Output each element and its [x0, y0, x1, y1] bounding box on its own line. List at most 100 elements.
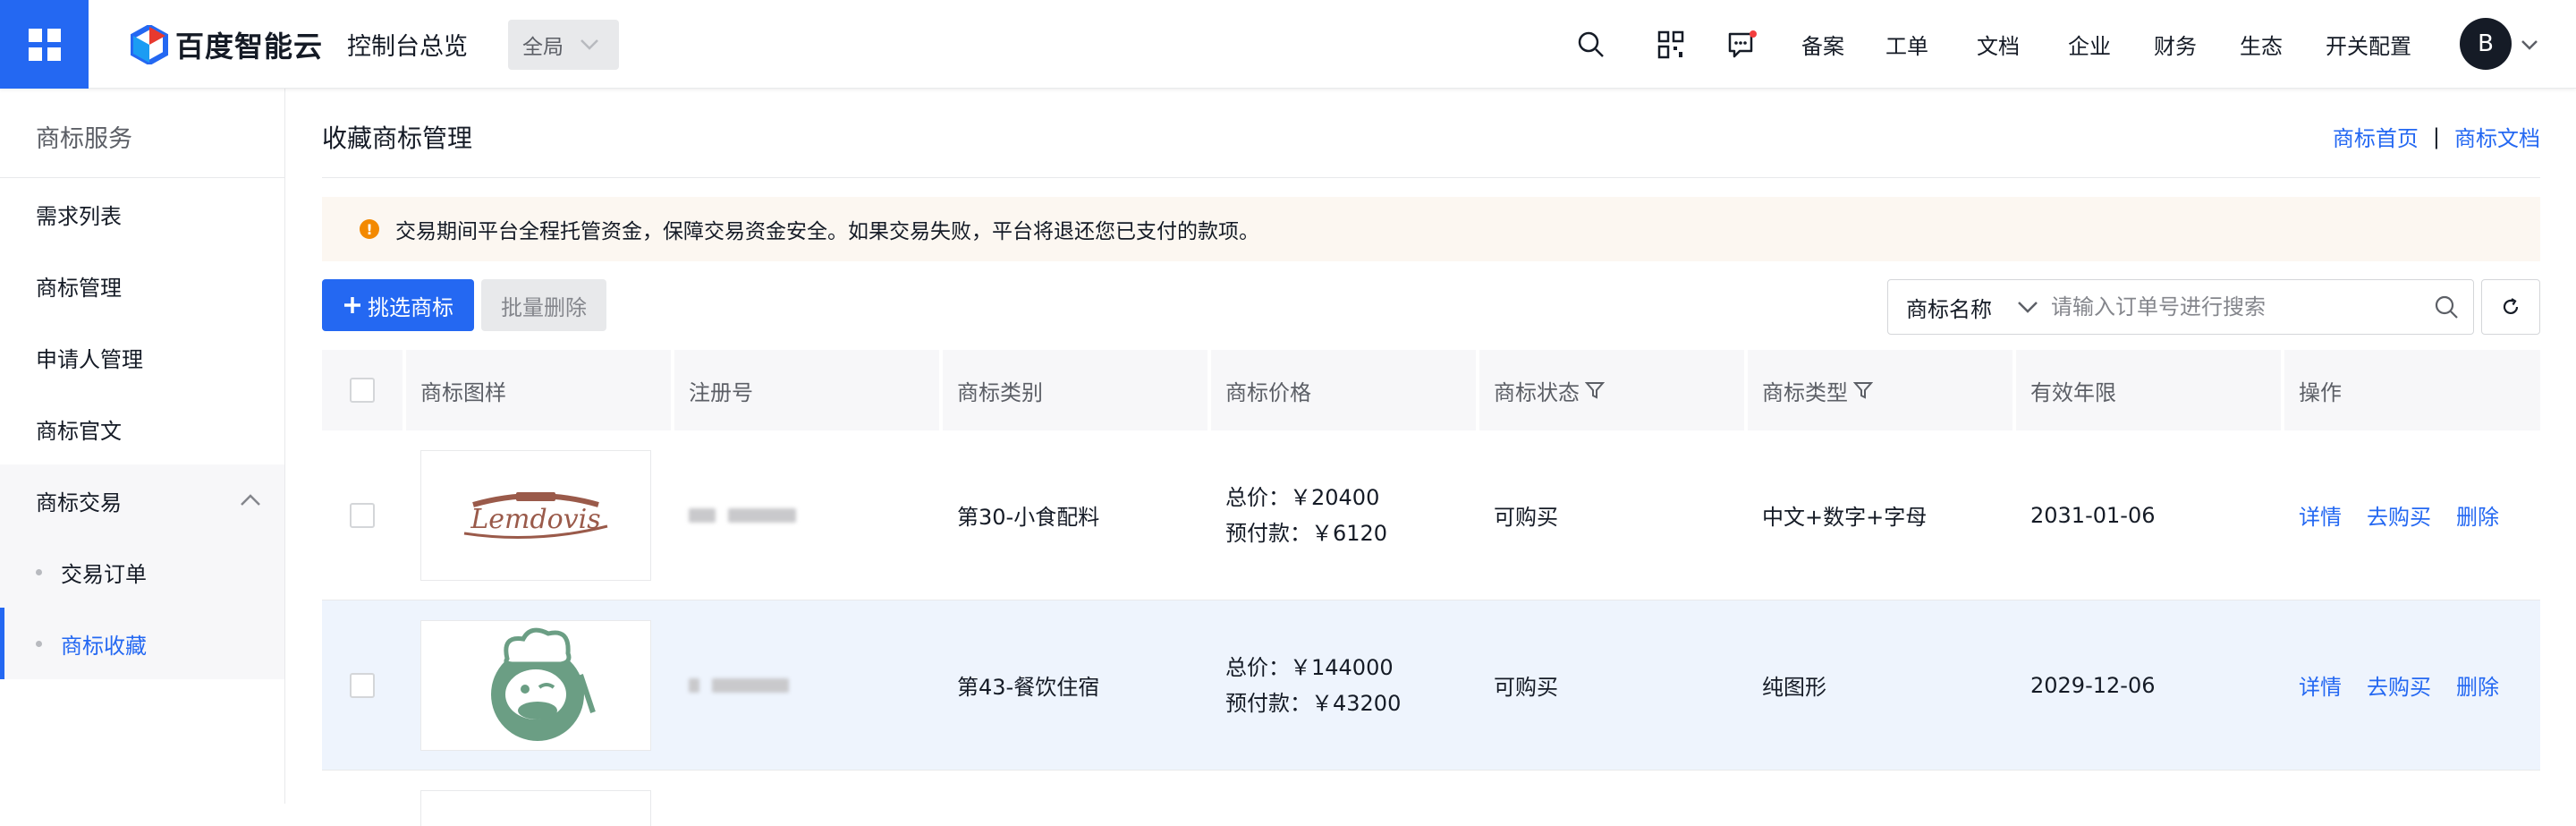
actions-cell: 详情 去购买 删除 [2281, 600, 2540, 770]
grid-icon [28, 28, 61, 61]
trademark-image[interactable]: Lemdovis [420, 449, 651, 581]
message-icon [1728, 30, 1757, 58]
nav-docs[interactable]: 文档 [1977, 29, 2020, 60]
console-overview-link[interactable]: 控制台总览 [347, 27, 468, 62]
qrcode-button[interactable] [1653, 27, 1689, 63]
messages-button[interactable] [1724, 27, 1760, 63]
column-header-actions: 操作 [2281, 350, 2540, 430]
sidebar-item-applicant-management[interactable]: 申请人管理 [0, 321, 284, 393]
notice-text: 交易期间平台全程托管资金，保障交易资金安全。如果交易失败，平台将退还您已支付的款… [395, 220, 1259, 243]
expiry-cell: 2031-01-06 [2030, 502, 2156, 528]
svg-text:Lemdovis: Lemdovis [470, 504, 600, 535]
nav-ecosystem[interactable]: 生态 [2240, 29, 2283, 60]
refresh-button[interactable] [2481, 279, 2540, 335]
detail-link[interactable]: 详情 [2299, 669, 2342, 701]
product-menu-button[interactable] [0, 0, 89, 89]
actions-cell: 详情 去购买 删除 [2281, 430, 2540, 600]
nav-switch-config[interactable]: 开关配置 [2326, 29, 2411, 60]
search-icon [2435, 295, 2458, 319]
column-header-price: 商标价格 [1208, 350, 1476, 430]
table-row [322, 771, 2540, 826]
sidebar-item-label: 需求列表 [36, 203, 122, 229]
refresh-icon [2503, 298, 2519, 315]
sidebar-group-label: 商标交易 [36, 490, 122, 515]
page-title: 收藏商标管理 [322, 123, 473, 153]
sidebar: 商标服务 需求列表 商标管理 申请人管理 商标官文 商标交易 交易订单 商标收藏 [0, 89, 285, 804]
deposit-price: 预付款：￥6120 [1225, 520, 1388, 546]
search-icon [1578, 31, 1604, 57]
logo-text: 百度智能云 [175, 30, 324, 64]
column-header-label: 商标类型 [1762, 379, 1848, 405]
detail-link[interactable]: 详情 [2299, 499, 2342, 531]
trademark-image-cell: Lemdovis [402, 430, 671, 600]
nav-beian[interactable]: 备案 [1801, 29, 1844, 60]
search-button[interactable] [1573, 27, 1609, 63]
table-header: 商标图样 注册号 商标类别 商标价格 商标状态 商标类型 有效年限 操作 [322, 350, 2540, 430]
deposit-price: 预付款：￥43200 [1225, 690, 1402, 716]
select-all-checkbox[interactable] [350, 378, 375, 403]
row-select-cell [322, 600, 402, 770]
filter-icon[interactable] [1853, 380, 1873, 400]
chef-duck-logo [491, 627, 596, 741]
page-links: 商标首页 | 商标文档 [2333, 121, 2540, 152]
bullet-dot [36, 568, 42, 575]
category-cell: 第30-小食配料 [957, 505, 1100, 530]
chevron-down-icon[interactable] [2521, 39, 2538, 50]
table-row: 第43-餐饮住宿 总价：￥144000 预付款：￥43200 可购买 纯图形 2… [322, 600, 2540, 771]
lemdovis-logo: Lemdovis [463, 491, 608, 539]
sidebar-item-trademark-favorites[interactable]: 商标收藏 [0, 608, 284, 679]
row-select-cell [322, 430, 402, 600]
trademark-docs-link[interactable]: 商标文档 [2454, 121, 2540, 152]
user-avatar[interactable]: B [2460, 18, 2512, 70]
status-cell: 可购买 [1494, 675, 1558, 700]
sidebar-item-official-documents[interactable]: 商标官文 [0, 393, 284, 464]
select-all-cell [322, 350, 402, 430]
search-field-select[interactable]: 商标名称 [1888, 280, 2051, 334]
batch-delete-button[interactable]: 批量删除 [481, 279, 606, 331]
nav-finance[interactable]: 财务 [2154, 29, 2197, 60]
sidebar-item-trade-orders[interactable]: 交易订单 [0, 536, 284, 608]
buy-link[interactable]: 去购买 [2367, 669, 2431, 701]
sidebar-item-label: 商标官文 [36, 418, 122, 444]
sidebar-item-label: 申请人管理 [36, 346, 143, 372]
filter-icon[interactable] [1585, 380, 1605, 400]
search-input[interactable] [2051, 280, 2419, 334]
top-bar: 百度智能云 控制台总览 全局 备案 工单 文档 企业 财务 生态 开关配置 B [0, 0, 2576, 89]
row-checkbox[interactable] [350, 672, 375, 698]
sidebar-item-label: 商标管理 [36, 275, 122, 301]
baidu-cloud-logo[interactable]: 百度智能云 [131, 23, 323, 66]
link-separator: | [2432, 123, 2440, 149]
category-cell: 第43-餐饮住宿 [957, 675, 1100, 700]
chevron-down-icon [580, 39, 598, 50]
delete-link[interactable]: 删除 [2456, 499, 2499, 531]
trademark-image-cell [402, 600, 671, 770]
nav-enterprise[interactable]: 企业 [2068, 29, 2111, 60]
chevron-down-icon [2018, 302, 2038, 313]
chevron-up-icon [241, 494, 260, 506]
column-header-type: 商标类型 [1744, 350, 2012, 430]
sidebar-group-trademark-trade[interactable]: 商标交易 [0, 464, 284, 536]
nav-tickets[interactable]: 工单 [1885, 29, 1928, 60]
column-header-expiry: 有效年限 [2012, 350, 2281, 430]
sidebar-item-demand-list[interactable]: 需求列表 [0, 178, 284, 250]
total-price: 总价：￥20400 [1225, 484, 1380, 510]
trademark-image[interactable] [420, 790, 651, 826]
search-box: 商标名称 [1887, 279, 2474, 335]
trademark-image[interactable] [420, 619, 651, 751]
row-checkbox[interactable] [350, 502, 375, 528]
plus-icon [344, 297, 360, 313]
region-select[interactable]: 全局 [508, 20, 619, 70]
warning-icon: ! [360, 219, 379, 239]
search-submit-button[interactable] [2419, 280, 2473, 334]
column-header-status: 商标状态 [1476, 350, 1744, 430]
delete-link[interactable]: 删除 [2456, 669, 2499, 701]
table-row: Lemdovis 第30-小食配料 总价：￥20400 预付款：￥6120 可购… [322, 430, 2540, 600]
notice-banner: ! 交易期间平台全程托管资金，保障交易资金安全。如果交易失败，平台将退还您已支付… [322, 197, 2540, 261]
buy-link[interactable]: 去购买 [2367, 499, 2431, 531]
expiry-cell: 2029-12-06 [2030, 672, 2156, 698]
search-field-label: 商标名称 [1906, 296, 1992, 322]
favorites-table: 商标图样 注册号 商标类别 商标价格 商标状态 商标类型 有效年限 操作 Lem… [322, 350, 2540, 826]
sidebar-item-trademark-management[interactable]: 商标管理 [0, 250, 284, 321]
trademark-home-link[interactable]: 商标首页 [2333, 121, 2419, 152]
pick-trademark-button[interactable]: 挑选商标 [322, 279, 474, 331]
